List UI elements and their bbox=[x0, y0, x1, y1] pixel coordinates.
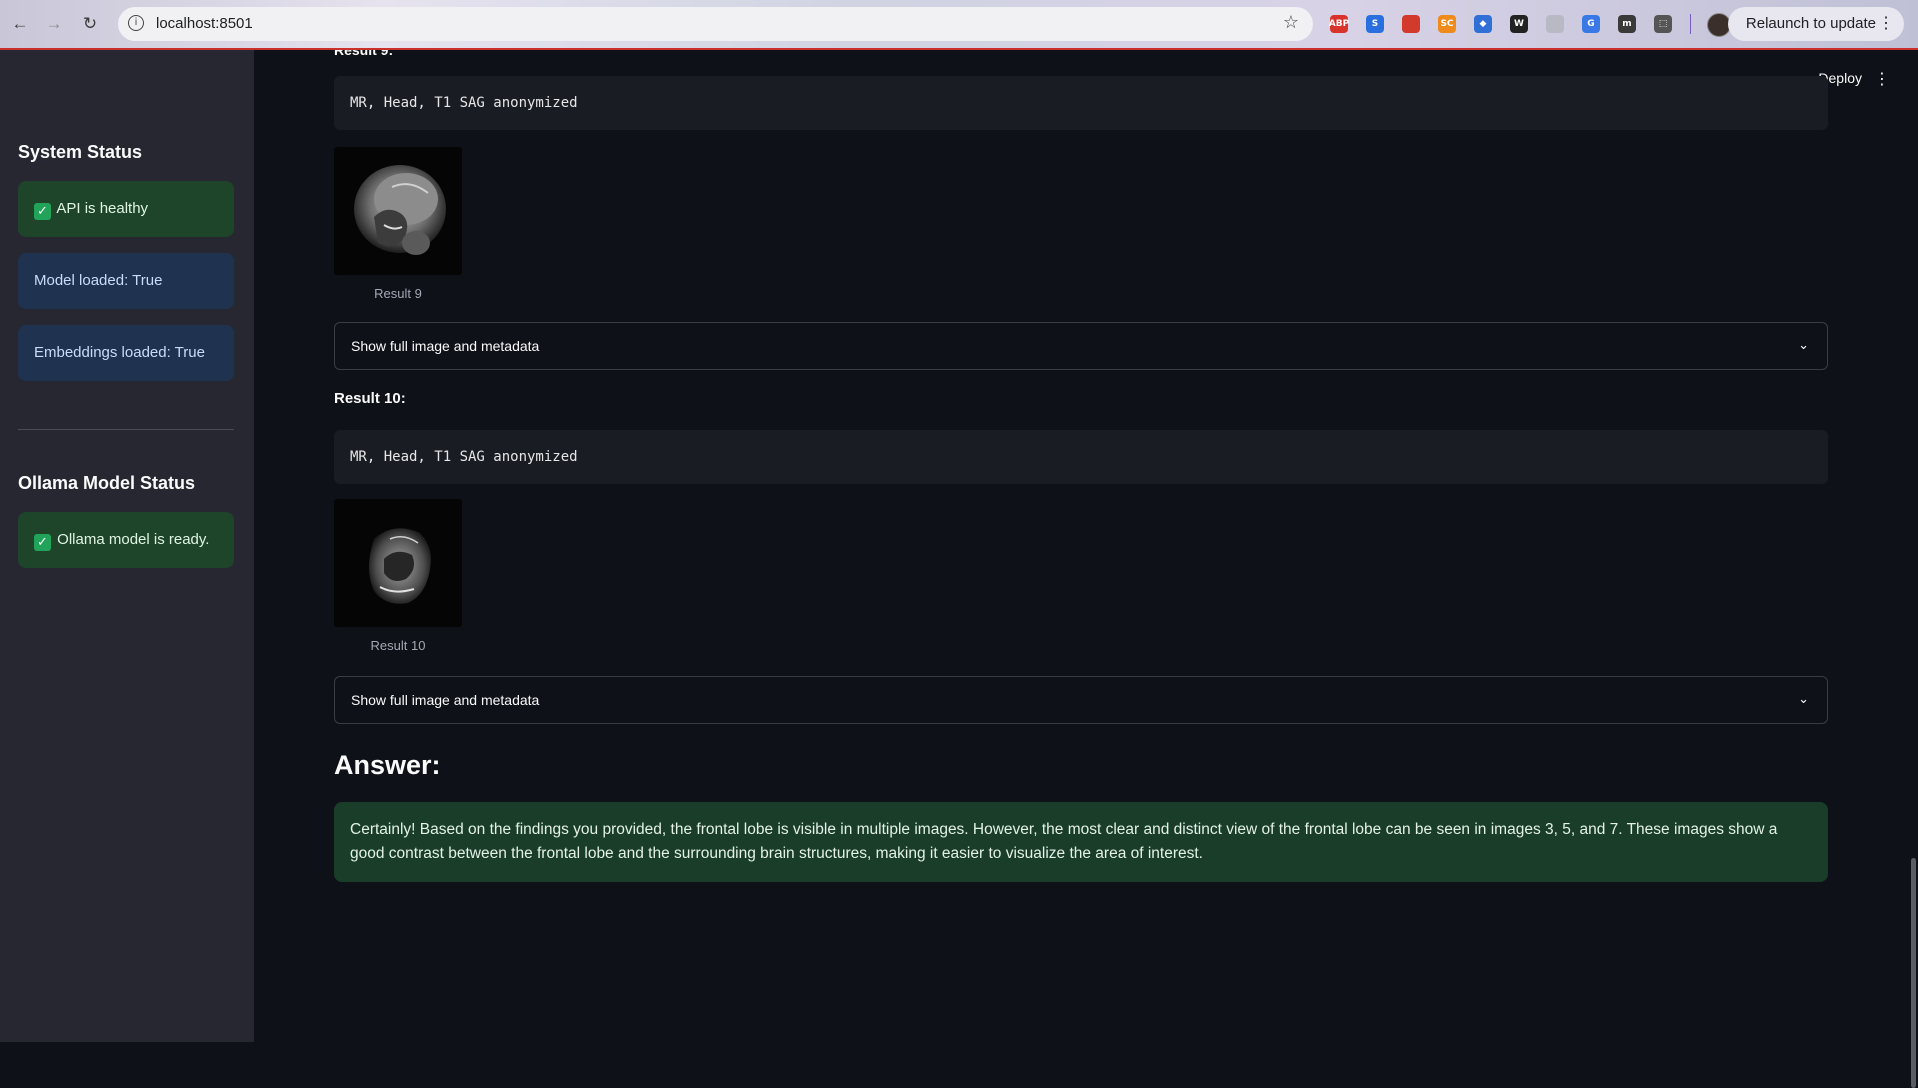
scrollbar-thumb[interactable] bbox=[1911, 858, 1916, 1088]
api-status-alert: ✓ API is healthy bbox=[18, 181, 234, 237]
forward-icon[interactable]: → bbox=[42, 12, 66, 36]
check-icon: ✓ bbox=[34, 203, 51, 220]
mri-sagittal-image bbox=[334, 499, 462, 627]
relaunch-button[interactable]: Relaunch to update ⋮ bbox=[1727, 7, 1904, 41]
result-thumbnail[interactable] bbox=[334, 499, 462, 627]
main-menu-icon[interactable]: ⋮ bbox=[1874, 69, 1890, 88]
system-status-heading: System Status bbox=[18, 142, 143, 162]
relaunch-label: Relaunch to update bbox=[1745, 15, 1876, 32]
url-text[interactable]: localhost:8501 bbox=[156, 15, 253, 32]
result-thumbnail[interactable] bbox=[334, 147, 462, 275]
address-bar[interactable]: i localhost:8501 ☆ bbox=[118, 7, 1313, 41]
sc-extension-icon[interactable]: SC bbox=[1438, 15, 1456, 33]
site-info-icon[interactable]: i bbox=[128, 15, 144, 31]
api-status-text: API is healthy bbox=[56, 200, 149, 217]
grey-extension-icon[interactable] bbox=[1546, 15, 1564, 33]
toolbar-divider bbox=[1690, 14, 1691, 34]
answer-heading: Answer: bbox=[334, 750, 441, 780]
result-caption: Result 9 bbox=[374, 286, 422, 301]
adblock-icon[interactable]: ABP bbox=[1329, 15, 1349, 33]
swirl-extension-icon[interactable]: S bbox=[1366, 15, 1384, 33]
show-metadata-expander[interactable]: Show full image and metadata ⌄ bbox=[334, 322, 1828, 370]
answer-success-box: Certainly! Based on the findings you pro… bbox=[334, 802, 1828, 882]
result-label: Result 10: bbox=[334, 390, 406, 407]
red-square-extension-icon[interactable] bbox=[1402, 15, 1420, 33]
ollama-status-heading: Ollama Model Status bbox=[18, 473, 196, 493]
sidebar: System Status ✓ API is healthy Model loa… bbox=[0, 50, 254, 1042]
embeddings-loaded-text: Embeddings loaded: True bbox=[34, 344, 205, 361]
result-description-code: MR, Head, T1 SAG anonymized bbox=[334, 76, 1828, 130]
translate-extension-icon[interactable]: G bbox=[1582, 15, 1600, 33]
reload-icon[interactable]: ↻ bbox=[78, 12, 102, 36]
answer-text: Certainly! Based on the findings you pro… bbox=[350, 821, 1778, 862]
check-icon: ✓ bbox=[34, 534, 51, 551]
expander-label: Show full image and metadata bbox=[351, 692, 540, 708]
chevron-down-icon[interactable]: ⌄ bbox=[1798, 323, 1809, 369]
blue-diamond-extension-icon[interactable]: ◆ bbox=[1474, 15, 1492, 33]
model-loaded-alert: Model loaded: True bbox=[18, 253, 234, 309]
ollama-status-alert: ✓ Ollama model is ready. bbox=[18, 512, 234, 568]
m-extension-icon[interactable]: m bbox=[1618, 15, 1636, 33]
result-caption: Result 10 bbox=[370, 638, 426, 653]
ollama-status-text: Ollama model is ready. bbox=[57, 531, 210, 548]
bookmark-star-icon[interactable]: ☆ bbox=[1283, 12, 1299, 33]
expander-label: Show full image and metadata bbox=[351, 338, 540, 354]
result-description-code: MR, Head, T1 SAG anonymized bbox=[334, 430, 1828, 484]
main-content: Deploy ⋮ Result 9: MR, Head, T1 SAG anon… bbox=[254, 50, 1918, 1088]
browser-menu-icon[interactable]: ⋮ bbox=[1878, 7, 1894, 41]
embeddings-loaded-alert: Embeddings loaded: True bbox=[18, 325, 234, 381]
sidebar-divider bbox=[18, 429, 234, 430]
browser-toolbar: ← → ↻ i localhost:8501 ☆ ABP S SC ◆ W Gm ⬚ Rel… bbox=[0, 0, 1918, 50]
model-loaded-text: Model loaded: True bbox=[34, 272, 163, 289]
w-extension-icon[interactable]: W bbox=[1510, 15, 1528, 33]
puzzle-extensions-icon[interactable]: ⬚ bbox=[1654, 15, 1672, 33]
chevron-down-icon[interactable]: ⌄ bbox=[1798, 677, 1809, 723]
back-icon[interactable]: ← bbox=[8, 12, 32, 36]
show-metadata-expander[interactable]: Show full image and metadata ⌄ bbox=[334, 676, 1828, 724]
mri-sagittal-image bbox=[334, 147, 462, 275]
